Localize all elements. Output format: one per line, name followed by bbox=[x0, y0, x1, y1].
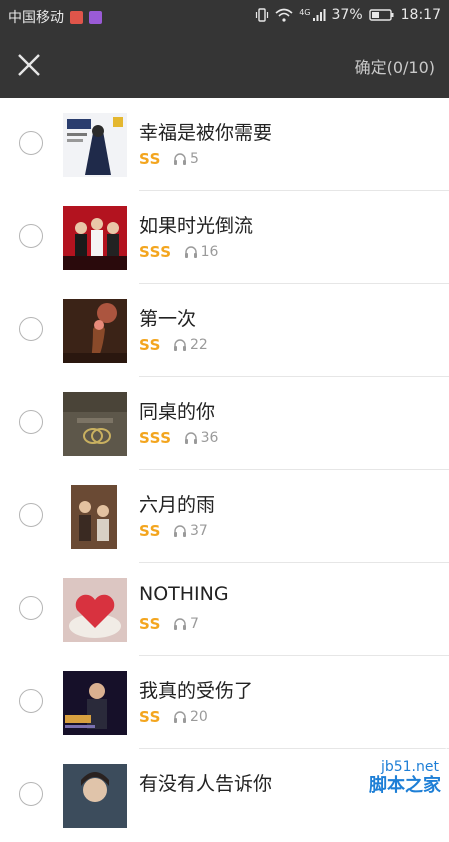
watermark-name: 脚本之家 bbox=[369, 775, 441, 796]
wifi-icon bbox=[275, 8, 293, 22]
quality-badge: SS bbox=[139, 150, 161, 168]
play-count: 37 bbox=[189, 523, 208, 539]
play-count: 20 bbox=[189, 709, 208, 725]
select-radio[interactable] bbox=[19, 317, 43, 341]
quality-badge: SS bbox=[139, 522, 161, 540]
album-cover bbox=[63, 299, 127, 363]
play-count: 7 bbox=[189, 616, 199, 632]
headphones-icon bbox=[173, 711, 186, 723]
battery-icon bbox=[368, 9, 394, 21]
song-title: 同桌的你 bbox=[139, 401, 216, 423]
select-radio[interactable] bbox=[19, 689, 43, 713]
song-title: 六月的雨 bbox=[139, 494, 216, 516]
song-row[interactable]: 幸福是被你需要 SS 5 bbox=[0, 98, 449, 191]
play-count: 22 bbox=[189, 337, 208, 353]
song-row[interactable]: 我真的受伤了 SS 20 bbox=[0, 656, 449, 749]
carrier-name: 中国移动 bbox=[8, 10, 64, 26]
quality-badge: SSS bbox=[139, 429, 172, 447]
battery-percent: 37% bbox=[331, 7, 363, 23]
select-radio[interactable] bbox=[19, 596, 43, 620]
song-title: 如果时光倒流 bbox=[139, 215, 254, 237]
quality-badge: SS bbox=[139, 615, 161, 633]
network-type: 4G bbox=[299, 8, 311, 17]
album-cover bbox=[63, 206, 127, 270]
headphones-icon bbox=[173, 153, 186, 165]
album-cover bbox=[63, 392, 127, 456]
notification-app-icon bbox=[70, 10, 83, 24]
song-title: 我真的受伤了 bbox=[139, 680, 254, 702]
headphones-icon bbox=[173, 339, 186, 351]
clock: 18:17 bbox=[400, 7, 441, 23]
headphones-icon bbox=[184, 246, 197, 258]
status-bar: 中国移动 4G 37% 18:17 bbox=[0, 0, 449, 32]
headphones-icon bbox=[173, 618, 186, 630]
notification-app-icon bbox=[89, 10, 102, 24]
song-row[interactable]: 六月的雨 SS 37 bbox=[0, 470, 449, 563]
song-title: 第一次 bbox=[139, 308, 197, 330]
site-watermark: jb51.net 脚本之家 bbox=[335, 748, 447, 800]
select-radio[interactable] bbox=[19, 503, 43, 527]
song-title: 幸福是被你需要 bbox=[139, 122, 273, 144]
song-title: 有没有人告诉你 bbox=[139, 773, 273, 795]
song-row[interactable]: 同桌的你 SSS 36 bbox=[0, 377, 449, 470]
play-count: 5 bbox=[189, 151, 199, 167]
vibrate-icon bbox=[256, 8, 269, 22]
song-row[interactable]: 如果时光倒流 SSS 16 bbox=[0, 191, 449, 284]
select-radio[interactable] bbox=[19, 131, 43, 155]
top-toolbar: 确定(0/10) bbox=[0, 32, 449, 98]
album-cover bbox=[63, 671, 127, 735]
song-title: NOTHING bbox=[139, 583, 229, 605]
song-list: 幸福是被你需要 SS 5 如果时光倒流 SSS 16 第一次 SS 22 同桌的… bbox=[0, 98, 449, 842]
select-radio[interactable] bbox=[19, 410, 43, 434]
album-cover bbox=[63, 485, 127, 549]
song-row[interactable]: NOTHING SS 7 bbox=[0, 563, 449, 656]
song-row[interactable]: 第一次 SS 22 bbox=[0, 284, 449, 377]
headphones-icon bbox=[173, 525, 186, 537]
album-cover bbox=[63, 113, 127, 177]
quality-badge: SS bbox=[139, 336, 161, 354]
album-cover bbox=[63, 578, 127, 642]
close-icon bbox=[18, 54, 40, 76]
play-count: 36 bbox=[200, 430, 219, 446]
confirm-button[interactable]: 确定(0/10) bbox=[355, 54, 435, 78]
play-count: 16 bbox=[200, 244, 219, 260]
close-button[interactable] bbox=[14, 50, 44, 80]
headphones-icon bbox=[184, 432, 197, 444]
album-cover bbox=[63, 764, 127, 828]
quality-badge: SSS bbox=[139, 243, 172, 261]
select-radio[interactable] bbox=[19, 782, 43, 806]
select-radio[interactable] bbox=[19, 224, 43, 248]
signal-icon: 4G bbox=[299, 8, 326, 22]
quality-badge: SS bbox=[139, 708, 161, 726]
